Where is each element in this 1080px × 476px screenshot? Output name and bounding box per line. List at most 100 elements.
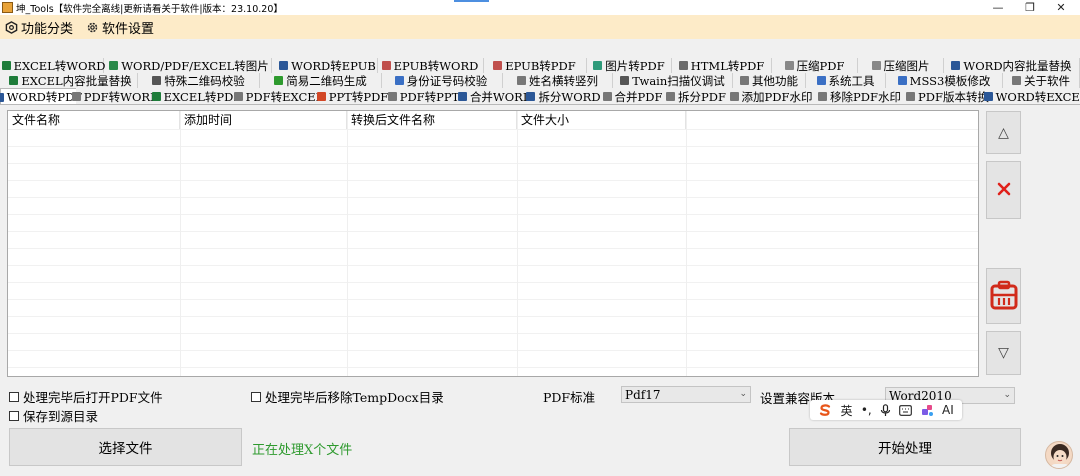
checkbox-box[interactable] — [251, 391, 261, 402]
checkbox-box[interactable] — [9, 410, 19, 421]
tab-row1-1[interactable]: WORD/PDF/EXCEL转图片 — [107, 58, 272, 73]
remove-tempdocx-checkbox[interactable]: 处理完毕后移除TempDocx目录 — [251, 387, 444, 406]
tab-icon — [517, 76, 526, 85]
tab-row2-2[interactable]: 简易二维码生成 — [260, 73, 382, 88]
tab-icon — [394, 76, 404, 85]
file-list-table[interactable]: 文件名称 添加时间 转换后文件名称 文件大小 — [7, 110, 979, 377]
tab-row3-9[interactable]: 拆分PDF — [665, 89, 727, 104]
table-row — [8, 180, 978, 181]
tab-label: HTML转PDF — [690, 58, 765, 73]
tab-row2-8[interactable]: MSS3模板修改 — [886, 73, 1003, 88]
window-title: 坤_Tools【软件完全离线|更新请看关于软件|版本：23.10.20】 — [16, 3, 283, 15]
delete-button[interactable] — [986, 161, 1021, 219]
tab-row3-7[interactable]: 拆分WORD — [526, 89, 601, 104]
start-processing-button[interactable]: 开始处理 — [789, 428, 1021, 466]
tab-row1-5[interactable]: 图片转PDF — [587, 58, 672, 73]
table-column-divider — [517, 111, 518, 376]
keyboard-icon[interactable] — [899, 404, 913, 416]
close-button[interactable]: ✕ — [1038, 0, 1080, 15]
tab-row3-8[interactable]: 合并PDF — [600, 89, 665, 104]
menu-software-settings[interactable]: 软件设置 — [85, 18, 154, 37]
tab-icon — [0, 92, 4, 102]
tab-label: 合并WORD — [469, 89, 533, 104]
tab-row3-11[interactable]: 移除PDF水印 — [815, 89, 904, 104]
punctuation-icon[interactable]: •, — [861, 403, 872, 417]
column-header-converted-name[interactable]: 转换后文件名称 — [347, 111, 517, 129]
tab-label: 系统工具 — [828, 73, 875, 88]
tab-label: 其他功能 — [752, 73, 798, 88]
tab-row2-5[interactable]: Twain扫描仪调试 — [613, 73, 733, 88]
tab-label: MSS3模板修改 — [909, 73, 991, 88]
tab-icon — [387, 92, 397, 101]
tab-row2-9[interactable]: 关于软件 — [1003, 73, 1080, 88]
clipboard-icon — [989, 279, 1019, 314]
open-pdf-after-checkbox[interactable]: 处理完毕后打开PDF文件 — [9, 387, 163, 406]
tab-row3-12[interactable]: PDF版本转换 — [904, 89, 991, 104]
tab-row3-3[interactable]: PDF转EXCEL — [233, 89, 323, 104]
clear-list-button[interactable] — [986, 268, 1021, 324]
tab-label: WORD内容批量替换 — [963, 58, 1072, 73]
save-to-source-checkbox[interactable]: 保存到源目录 — [9, 406, 98, 425]
tab-icon — [620, 76, 630, 85]
move-up-button[interactable]: △ — [986, 111, 1021, 154]
tab-row2-6[interactable]: 其他功能 — [733, 73, 806, 88]
avatar[interactable] — [1045, 441, 1073, 469]
tab-icon — [818, 92, 828, 101]
tab-row3-6[interactable]: 合并WORD — [457, 89, 533, 104]
skin-icon[interactable] — [921, 404, 934, 417]
tab-label: WORD/PDF/EXCEL转图片 — [121, 58, 269, 73]
tab-label: 压缩图片 — [883, 58, 930, 73]
tab-icon — [816, 76, 826, 85]
tab-icon — [906, 92, 916, 101]
tab-row2-0[interactable]: EXCEL内容批量替换 — [4, 73, 138, 88]
tab-row2-3[interactable]: 身份证号码校验 — [380, 73, 503, 88]
tab-row1-2[interactable]: WORD转EPUB — [278, 58, 378, 73]
tab-row3-2[interactable]: EXCEL转PDF — [151, 89, 241, 104]
menu-function-category[interactable]: 功能分类 — [4, 18, 73, 37]
checkbox-box[interactable] — [9, 391, 19, 402]
tab-row1-0[interactable]: EXCEL转WORD — [1, 58, 105, 73]
sogou-logo-icon[interactable] — [818, 403, 832, 417]
column-header-file-size[interactable]: 文件大小 — [517, 111, 686, 129]
column-header-file-name[interactable]: 文件名称 — [8, 111, 180, 129]
tab-icon — [666, 92, 676, 101]
tab-row3-1[interactable]: PDF转WORD — [71, 89, 159, 104]
tab-label: 关于软件 — [1024, 73, 1070, 88]
tab-row3-13[interactable]: WORD转EXCEL — [983, 89, 1080, 104]
tab-row2-7[interactable]: 系统工具 — [806, 73, 886, 88]
tab-row1-8[interactable]: 压缩图片 — [858, 58, 944, 73]
tab-row2-1[interactable]: 特殊二维码校验 — [138, 73, 260, 88]
select-files-button[interactable]: 选择文件 — [9, 428, 242, 466]
ai-icon[interactable]: AI — [942, 403, 954, 417]
column-header-added-time[interactable]: 添加时间 — [180, 111, 347, 129]
tab-row2-4[interactable]: 姓名横转竖列 — [503, 73, 613, 88]
close-icon: ✕ — [1056, 1, 1066, 14]
table-column-divider — [180, 111, 181, 376]
tab-label: WORD转PDF — [6, 90, 83, 104]
tab-row3-4[interactable]: PPT转PDF — [316, 89, 388, 104]
tab-row1-3[interactable]: EPUB转WORD — [377, 58, 484, 73]
tab-label: PDF转PPT — [399, 89, 460, 104]
title-bar: 坤_Tools【软件完全离线|更新请看关于软件|版本：23.10.20】 — ❐… — [0, 0, 1080, 15]
table-column-divider — [686, 111, 687, 376]
tab-row1-9[interactable]: WORD内容批量替换 — [944, 58, 1080, 73]
move-down-button[interactable]: ▽ — [986, 331, 1021, 375]
button-label: 开始处理 — [878, 441, 932, 457]
tab-icon — [740, 76, 749, 85]
pdf-standard-select[interactable]: Pdf17 ⌄ — [621, 386, 751, 403]
tab-row1-4[interactable]: EPUB转PDF — [483, 58, 587, 73]
menu-bar: 功能分类 软件设置 — [0, 15, 1080, 39]
tab-row1-7[interactable]: 压缩PDF — [772, 58, 858, 73]
table-row — [8, 367, 978, 368]
tab-row3-10[interactable]: 添加PDF水印 — [727, 89, 815, 104]
table-row — [8, 248, 978, 249]
microphone-icon[interactable] — [880, 403, 891, 417]
pdf-standard-value: Pdf17 — [625, 387, 661, 402]
language-mode-icon[interactable]: 英 — [840, 402, 852, 419]
tab-label: Twain扫描仪调试 — [632, 73, 725, 88]
tab-row3-0[interactable]: WORD转PDF — [0, 88, 82, 105]
tab-row1-6[interactable]: HTML转PDF — [672, 58, 772, 73]
tab-row3-5[interactable]: PDF转PPT — [387, 89, 460, 104]
tab-icon — [1012, 76, 1021, 85]
ime-toolbar: 英 •, AI — [810, 400, 962, 420]
